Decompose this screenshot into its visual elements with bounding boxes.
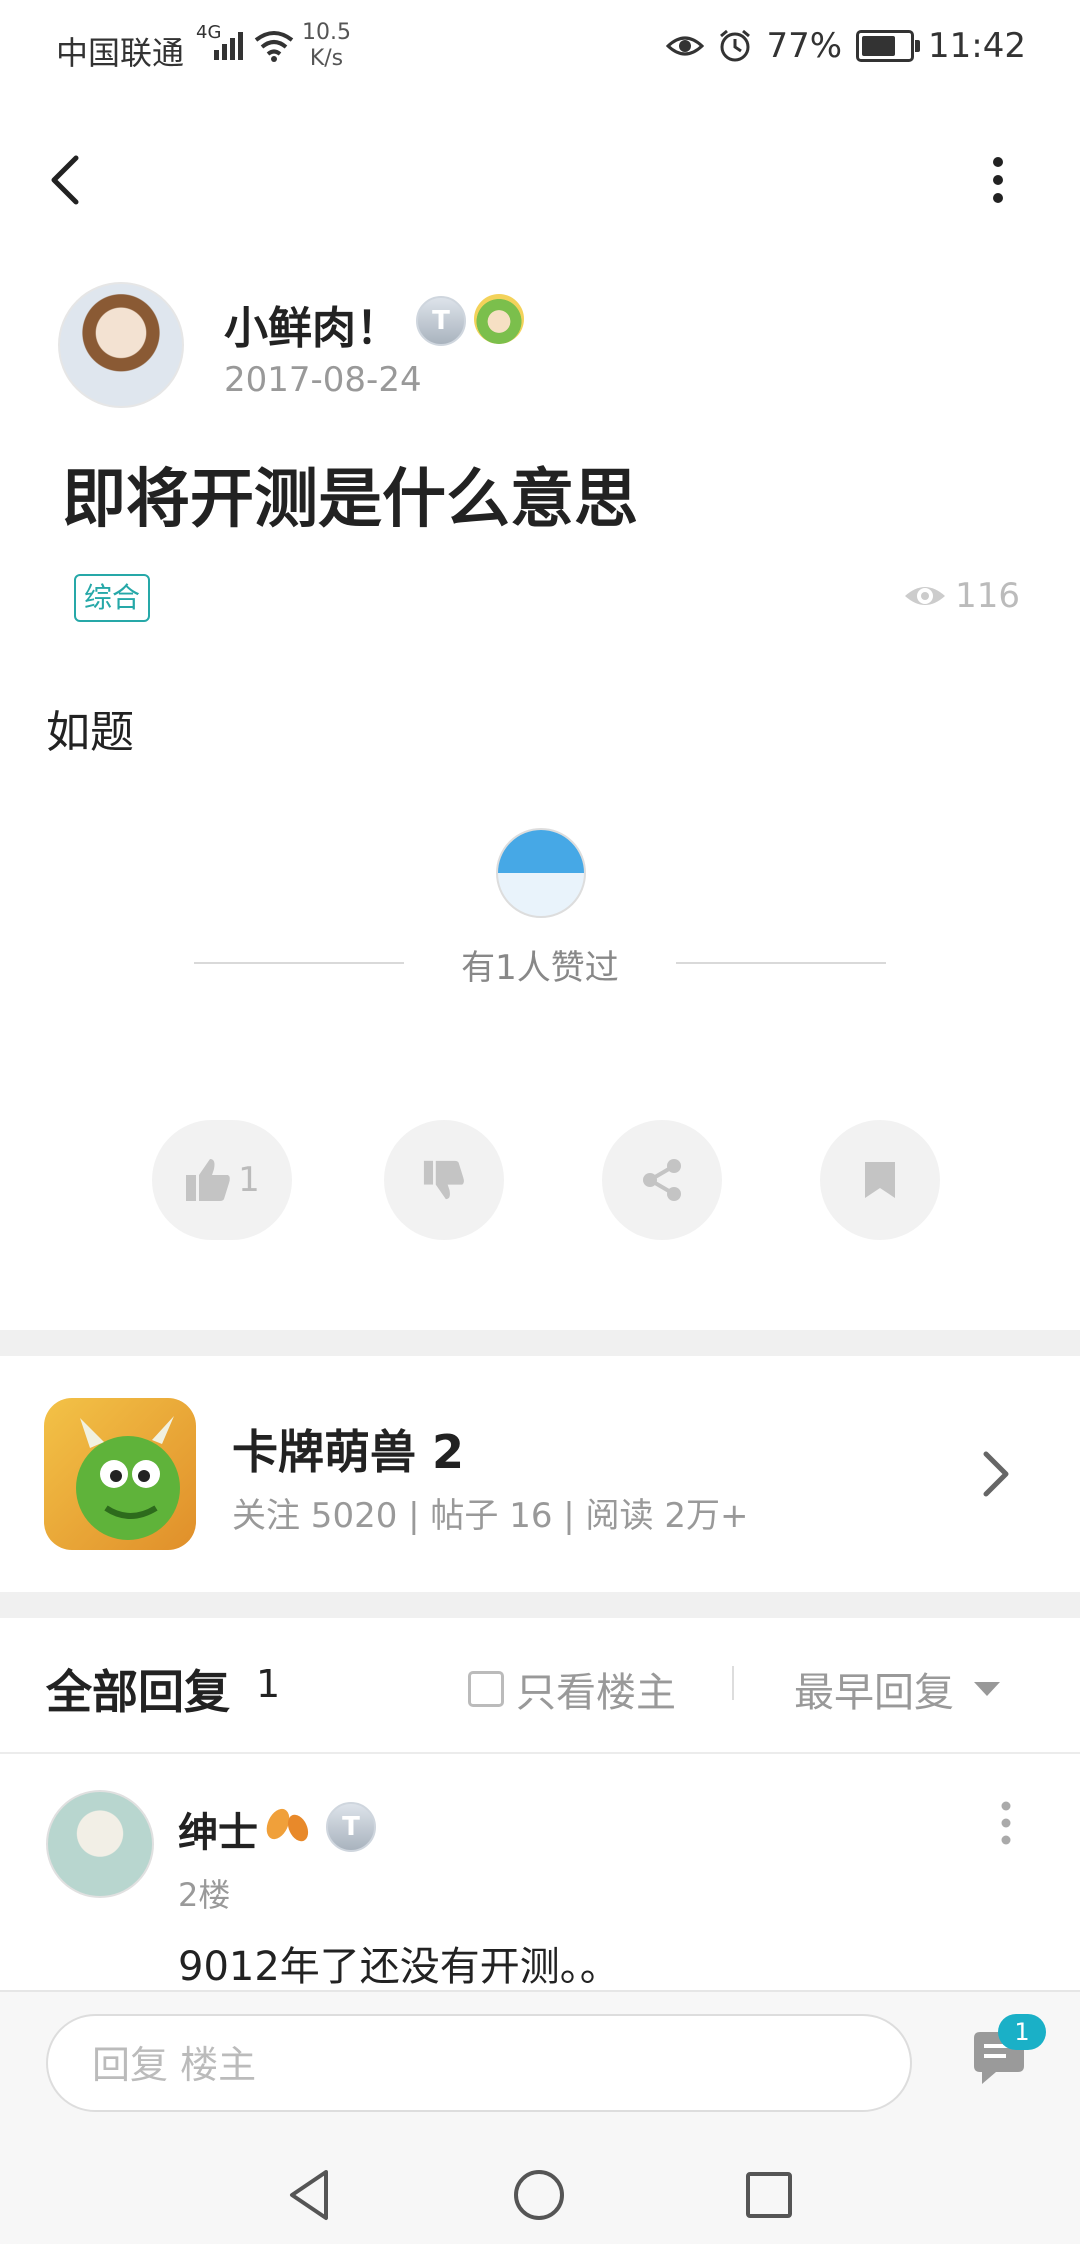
likers-summary[interactable]: 有1人赞过 — [0, 940, 1080, 989]
section-separator — [0, 1330, 1080, 1356]
nav-back-icon[interactable] — [284, 2168, 334, 2222]
only-op-label: 只看楼主 — [516, 1670, 676, 1716]
author-avatar[interactable] — [58, 282, 184, 408]
reply-text: 9012年了还没有开测。。 — [178, 1944, 620, 1990]
author-name[interactable]: 小鲜肉！ — [224, 292, 400, 356]
sort-label: 最早回复 — [794, 1670, 954, 1716]
eye-icon — [905, 587, 946, 605]
view-count: 116 — [903, 576, 1020, 616]
reply-floor: 2楼 — [178, 1876, 231, 1914]
more-options-icon[interactable] — [978, 150, 1018, 210]
only-op-filter[interactable]: 只看楼主 — [468, 1660, 676, 1718]
speed-unit: K/s — [309, 46, 344, 71]
game-icon[interactable] — [44, 1398, 196, 1550]
reply-input[interactable]: 回复 楼主 — [46, 2014, 912, 2112]
share-button[interactable] — [602, 1120, 722, 1240]
view-count-text: 116 — [955, 576, 1020, 616]
reply-more-icon[interactable] — [994, 1798, 1018, 1848]
liker-avatar[interactable] — [496, 828, 586, 918]
post-title: 即将开测是什么意思 — [62, 463, 638, 537]
battery-icon — [856, 30, 921, 62]
status-bar: 中国联通 4G 10.5 K/s 77% 11:42 — [0, 0, 1080, 96]
battery-percent: 77% — [766, 26, 843, 66]
alarm-icon — [720, 29, 751, 62]
leaf-badge-icon — [266, 1808, 309, 1842]
dislike-button[interactable] — [384, 1120, 504, 1240]
checkbox-icon[interactable] — [468, 1671, 504, 1707]
back-arrow-icon[interactable] — [42, 150, 92, 210]
like-count: 1 — [238, 1160, 260, 1200]
signal-icon — [214, 32, 243, 60]
bookmark-icon — [865, 1162, 895, 1198]
comment-count-badge: 1 — [998, 2014, 1046, 2050]
share-icon — [643, 1159, 681, 1201]
eye-comfort-icon — [666, 36, 705, 56]
section-separator — [0, 1592, 1080, 1618]
like-button[interactable]: 1 — [152, 1120, 292, 1240]
filter-divider — [732, 1666, 734, 1700]
caret-down-icon — [974, 1682, 1000, 1696]
network-speed: 10.5 K/s — [302, 20, 351, 72]
bookmark-button[interactable] — [820, 1120, 940, 1240]
post-date: 2017-08-24 — [224, 360, 422, 400]
character-badge-icon — [474, 294, 524, 344]
divider — [0, 1752, 1080, 1754]
game-name[interactable]: 卡牌萌兽 2 — [232, 1416, 464, 1482]
category-tag[interactable]: 综合 — [74, 574, 151, 622]
replies-count: 1 — [256, 1662, 281, 1706]
speed-value: 10.5 — [302, 20, 351, 45]
reply-author[interactable]: 绅士 — [178, 1800, 258, 1858]
status-right: 77% 11:42 — [666, 26, 1026, 66]
clock: 11:42 — [928, 26, 1026, 66]
carrier-label: 中国联通 — [56, 34, 185, 72]
monster-icon — [76, 1416, 180, 1540]
reply-level-badge: T — [326, 1802, 376, 1852]
game-stats: 关注 5020 | 帖子 16 | 阅读 2万+ — [232, 1496, 749, 1536]
system-nav-bar — [0, 2140, 1080, 2244]
sort-dropdown[interactable]: 最早回复 — [794, 1660, 1000, 1718]
thumbs-up-icon — [186, 1159, 230, 1201]
replies-title: 全部回复 — [46, 1665, 230, 1719]
level-badge: T — [416, 296, 466, 346]
nav-home-icon[interactable] — [512, 2168, 566, 2222]
thumbs-down-icon — [423, 1160, 464, 1200]
nav-recents-icon[interactable] — [744, 2170, 794, 2220]
post-content: 如题 — [46, 707, 134, 758]
wifi-icon — [254, 31, 294, 62]
reply-author-text: 绅士 — [178, 1810, 258, 1856]
author-name-text: 小鲜肉！ — [224, 303, 400, 354]
reply-avatar[interactable] — [46, 1790, 154, 1898]
chevron-right-icon[interactable] — [978, 1444, 1014, 1504]
